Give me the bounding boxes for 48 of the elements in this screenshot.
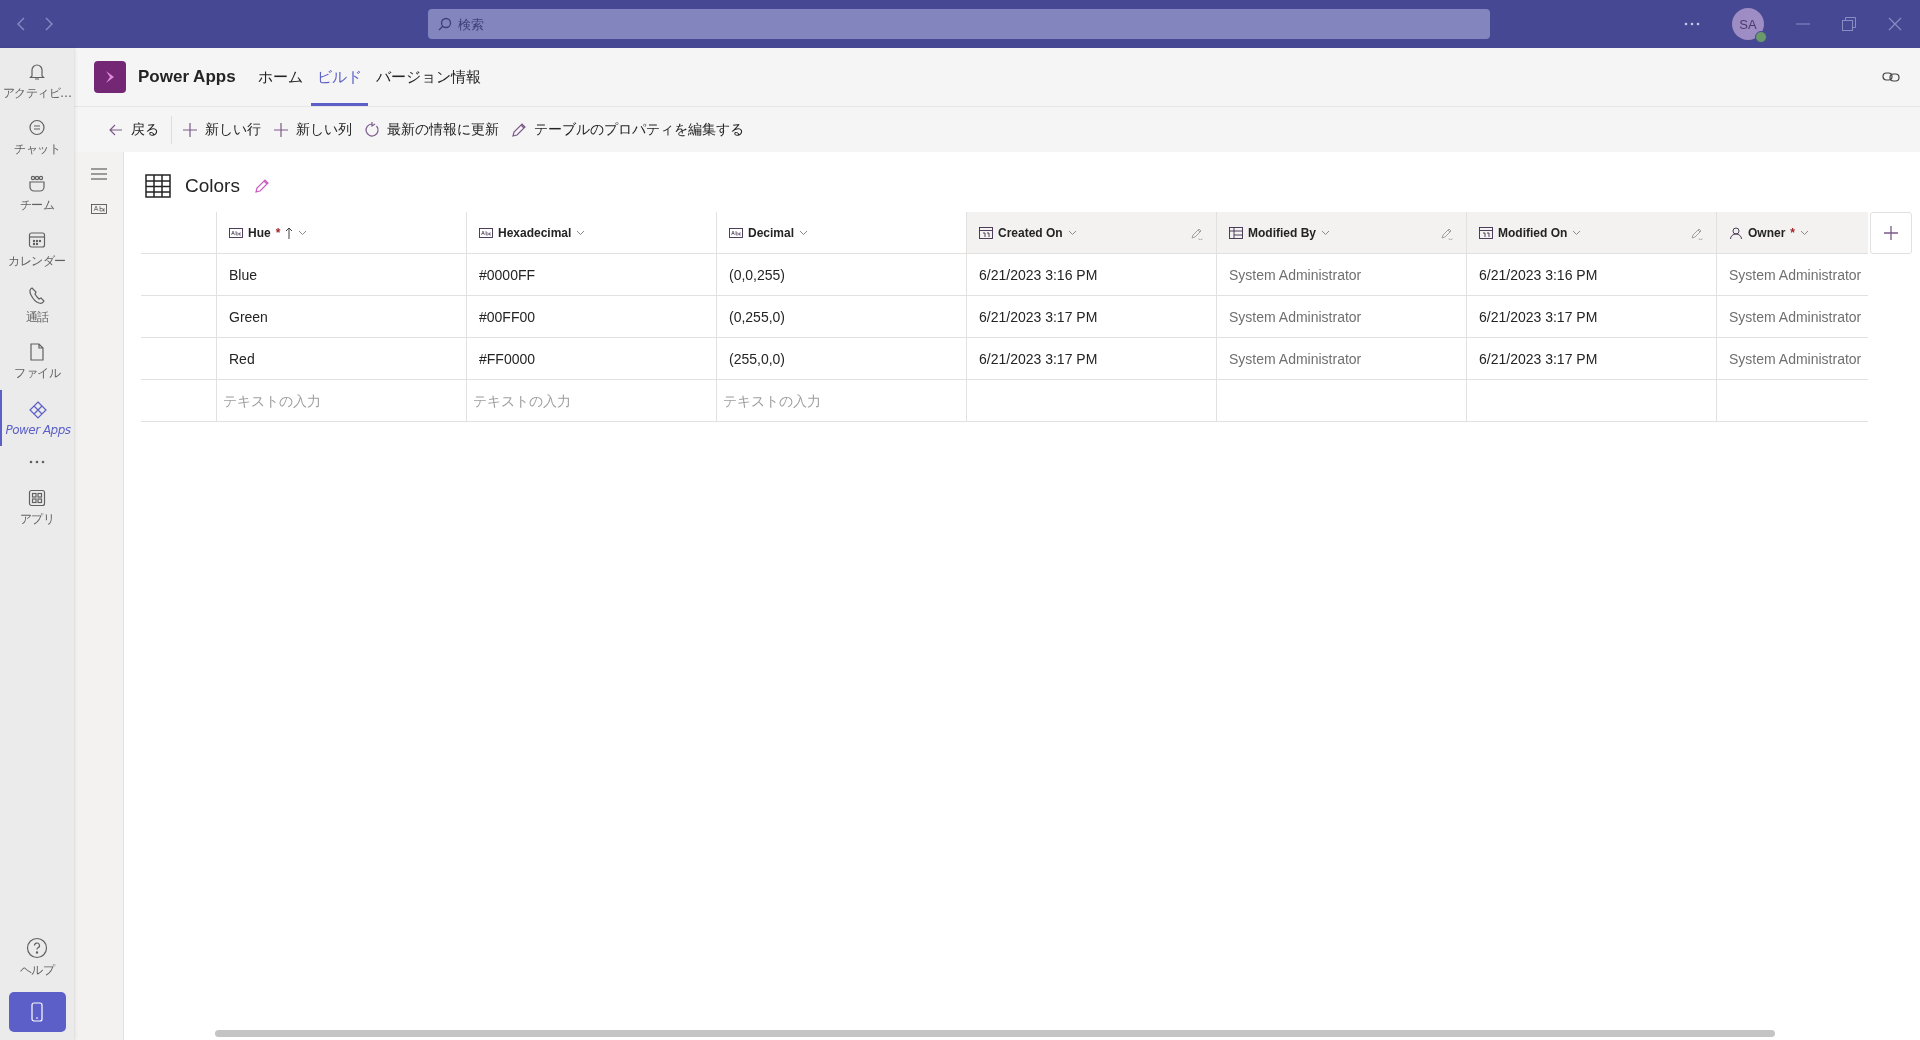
table-cell: 6/21/2023 3:17 PM — [1466, 296, 1716, 338]
table-cell: Blue — [216, 254, 466, 296]
table-cell: System Administrator — [1216, 296, 1466, 338]
toolbar-button[interactable]: 新しい列 — [267, 115, 358, 144]
toolbar-button[interactable]: 新しい行 — [176, 115, 267, 144]
table-cell: 6/21/2023 3:16 PM — [1466, 254, 1716, 296]
rail-item[interactable]: カレンダー — [0, 222, 74, 278]
table-cell: #0000FF — [466, 254, 716, 296]
rail-item[interactable]: チーム — [0, 166, 74, 222]
rail-item[interactable]: アクティビ… — [0, 54, 74, 110]
toolbar-button[interactable]: テーブルのプロパティを編集する — [505, 115, 750, 144]
rail-item[interactable]: ファイル — [0, 334, 74, 390]
table-cell: System Administrator — [1216, 254, 1466, 296]
search-field[interactable]: 検索 — [428, 9, 1490, 39]
table-cell: (0,0,255) — [716, 254, 966, 296]
rail-item[interactable]: チャット — [0, 110, 74, 166]
column-header[interactable]: Owner * — [1716, 212, 1868, 254]
app-name: Power Apps — [138, 67, 236, 87]
column-header[interactable]: Modified On — [1466, 212, 1716, 254]
table-cell: 6/21/2023 3:16 PM — [966, 254, 1216, 296]
table-cell: Green — [216, 296, 466, 338]
table-cell: System Administrator — [1216, 338, 1466, 380]
column-header[interactable]: Created On — [966, 212, 1216, 254]
table-cell: #00FF00 — [466, 296, 716, 338]
table-cell: System Administrator — [1716, 254, 1868, 296]
tab[interactable]: ホーム — [251, 48, 309, 106]
column-header[interactable]: Decimal — [716, 212, 966, 254]
table-cell: System Administrator — [1716, 296, 1868, 338]
rail-item[interactable]: 通話 — [0, 278, 74, 334]
help-button[interactable]: ヘルプ — [0, 930, 74, 986]
table-title: Colors — [185, 175, 240, 197]
column-header[interactable]: Hue * — [216, 212, 466, 254]
table-cell: 6/21/2023 3:17 PM — [1466, 338, 1716, 380]
required-mark: * — [1790, 225, 1795, 240]
input-field[interactable]: テキストの入力 — [716, 380, 966, 422]
required-mark: * — [275, 225, 281, 240]
toolbar-button[interactable]: 戻る — [102, 115, 172, 144]
column-header[interactable]: Hexadecimal — [466, 212, 716, 254]
input-field[interactable]: テキストの入力 — [466, 380, 716, 422]
table-cell: 6/21/2023 3:17 PM — [966, 296, 1216, 338]
input-field[interactable]: テキストの入力 — [216, 380, 466, 422]
rail-item[interactable]: アプリ — [0, 480, 74, 536]
column-header[interactable]: Modified By — [1216, 212, 1466, 254]
toolbar-button[interactable]: 最新の情報に更新 — [358, 115, 505, 144]
table-cell: 6/21/2023 3:17 PM — [966, 338, 1216, 380]
tab[interactable]: バージョン情報 — [369, 48, 487, 106]
table-cell: System Administrator — [1716, 338, 1868, 380]
table-cell: (0,255,0) — [716, 296, 966, 338]
